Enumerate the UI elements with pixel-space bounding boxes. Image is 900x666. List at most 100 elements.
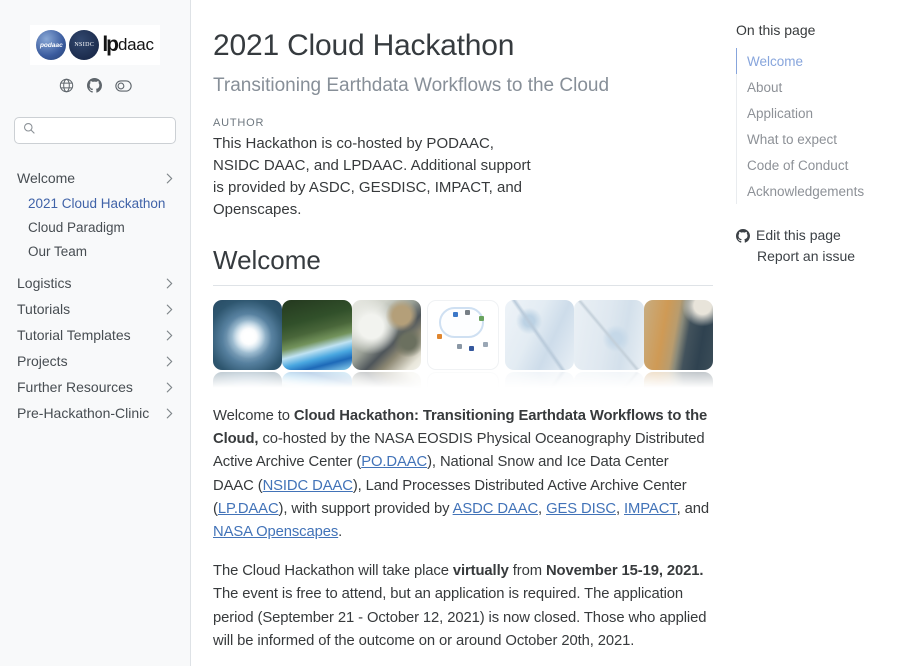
lpdaac-glyph: lp [102, 33, 117, 57]
welcome-body: Welcome to Cloud Hackathon: Transitionin… [213, 405, 713, 666]
nsidc-logo-text: NSIDC [74, 42, 94, 48]
page: podaac NSIDC lp daac [0, 0, 900, 666]
intro-paragraph: Welcome to Cloud Hackathon: Transitionin… [213, 405, 713, 544]
chevron-right-icon[interactable] [166, 382, 173, 393]
glacier-ice-tile [574, 300, 643, 370]
text-segment: The event is free to attend, but an appl… [213, 586, 706, 648]
author-label: AUTHOR [213, 117, 713, 129]
text-segment: , [538, 501, 546, 517]
github-icon [736, 229, 750, 243]
site-logo[interactable]: podaac NSIDC lp daac [30, 25, 160, 65]
nsidc-daac-link[interactable]: NSIDC DAAC [263, 478, 353, 494]
banner-tile-row [213, 300, 713, 370]
page-subtitle: Transitioning Earthdata Workflows to the… [213, 75, 713, 97]
sidebar-item-further-resources[interactable]: Further Resources [14, 374, 176, 400]
chevron-right-icon[interactable] [166, 278, 173, 289]
hurricane-satellite-tile-reflection [213, 372, 282, 389]
sea-ice-satellite-tile-reflection [352, 372, 421, 389]
edit-this-page-link[interactable]: Edit this page [736, 225, 899, 246]
lpdaac-logo-text: daac [118, 35, 154, 55]
report-an-issue-link[interactable]: Report an issue [736, 246, 899, 267]
sea-ice-satellite-tile [352, 300, 421, 370]
main-content: 2021 Cloud Hackathon Transitioning Earth… [191, 0, 713, 666]
toc-item-welcome[interactable]: Welcome [736, 48, 899, 74]
toc-item-code-of-conduct[interactable]: Code of Conduct [736, 152, 899, 178]
welcome-section-heading: Welcome [213, 245, 713, 286]
desert-coast-tile [644, 300, 713, 370]
text-segment: from [509, 563, 546, 579]
banner-reflection [213, 372, 713, 389]
report-an-issue-label: Report an issue [757, 246, 855, 267]
edit-this-page-label: Edit this page [756, 225, 841, 246]
asdc-daac-link[interactable]: ASDC DAAC [453, 501, 538, 517]
coastal-forest-tile [282, 300, 351, 370]
lpdaac-logo: lp daac [102, 33, 153, 57]
sidebar-item-label: Projects [17, 353, 68, 369]
toc-list: WelcomeAboutApplicationWhat to expectCod… [736, 48, 899, 204]
sidebar-nav: Welcome 2021 Cloud HackathonCloud Paradig… [14, 165, 176, 426]
author-text: This Hackathon is co-hosted by PODAAC, N… [213, 133, 537, 221]
ges-disc-link[interactable]: GES DISC [546, 501, 616, 517]
sidebar-subnav: 2021 Cloud HackathonCloud ParadigmOur Te… [22, 191, 176, 263]
sidebar-item-label: Welcome [17, 170, 75, 186]
github-icon[interactable] [87, 78, 102, 93]
lp-daac-link[interactable]: LP.DAAC [218, 501, 279, 517]
sidebar-tools [14, 78, 176, 93]
chevron-right-icon[interactable] [166, 408, 173, 419]
search-input[interactable] [42, 123, 167, 138]
chevron-right-icon[interactable] [166, 304, 173, 315]
coastal-forest-tile-reflection [282, 372, 351, 389]
toc-item-what-to-expect[interactable]: What to expect [736, 126, 899, 152]
ice-shelf-tile [505, 300, 574, 370]
podaac-logo-text: podaac [40, 42, 63, 49]
toc-page-links: Edit this page Report an issue [736, 225, 899, 267]
text-segment: , [616, 501, 624, 517]
hurricane-satellite-tile [213, 300, 282, 370]
glacier-ice-tile-reflection [574, 372, 643, 389]
toc-item-about[interactable]: About [736, 74, 899, 100]
chevron-right-icon[interactable] [166, 356, 173, 367]
text-segment: The Cloud Hackathon will take place [213, 563, 453, 579]
nsidc-logo: NSIDC [69, 30, 99, 60]
text-segment: Welcome to [213, 408, 294, 424]
sidebar-subitem-cloud-paradigm[interactable]: Cloud Paradigm [22, 215, 176, 239]
cloud-architecture-diagram-tile [427, 300, 498, 370]
toc-title: On this page [736, 22, 899, 38]
impact-link[interactable]: IMPACT [624, 501, 677, 517]
sidebar-item-tutorial-templates[interactable]: Tutorial Templates [14, 322, 176, 348]
sidebar-item-label: Tutorials [17, 301, 70, 317]
sidebar-item-label: Further Resources [17, 379, 133, 395]
sidebar: podaac NSIDC lp daac [0, 0, 191, 666]
sidebar-item-projects[interactable]: Projects [14, 348, 176, 374]
toc-sidebar: On this page WelcomeAboutApplicationWhat… [713, 0, 899, 666]
sidebar-subitem-our-team[interactable]: Our Team [22, 239, 176, 263]
text-segment: , and [677, 501, 709, 517]
text-segment: November 15-19, 2021. [546, 563, 703, 579]
search-icon [23, 122, 36, 140]
ice-shelf-tile-reflection [505, 372, 574, 389]
welcome-banner-image [213, 300, 713, 389]
nasa-openscapes-link[interactable]: NASA Openscapes [213, 524, 338, 540]
page-title: 2021 Cloud Hackathon [213, 27, 713, 65]
text-segment: virtually [453, 563, 509, 579]
podaac-logo: podaac [36, 30, 66, 60]
toc-item-application[interactable]: Application [736, 100, 899, 126]
globe-icon[interactable] [59, 78, 74, 93]
sidebar-item-label: Pre-Hackathon-Clinic [17, 405, 149, 421]
sidebar-item-tutorials[interactable]: Tutorials [14, 296, 176, 322]
sidebar-item-welcome[interactable]: Welcome [14, 165, 176, 191]
theme-toggle-icon[interactable] [115, 80, 132, 92]
chevron-right-icon[interactable] [166, 330, 173, 341]
search-box [14, 117, 176, 144]
sidebar-subitem-2021-cloud-hackathon[interactable]: 2021 Cloud Hackathon [22, 191, 176, 215]
toc-item-acknowledgements[interactable]: Acknowledgements [736, 178, 899, 204]
sidebar-item-logistics[interactable]: Logistics [14, 270, 176, 296]
chevron-right-icon[interactable] [166, 173, 173, 184]
dates-paragraph: The Cloud Hackathon will take place virt… [213, 560, 713, 653]
desert-coast-tile-reflection [644, 372, 713, 389]
po-daac-link[interactable]: PO.DAAC [361, 454, 427, 470]
sidebar-item-pre-hackathon-clinic[interactable]: Pre-Hackathon-Clinic [14, 400, 176, 426]
text-segment: . [338, 524, 342, 540]
sidebar-item-label: Tutorial Templates [17, 327, 131, 343]
sidebar-item-label: Logistics [17, 275, 71, 291]
